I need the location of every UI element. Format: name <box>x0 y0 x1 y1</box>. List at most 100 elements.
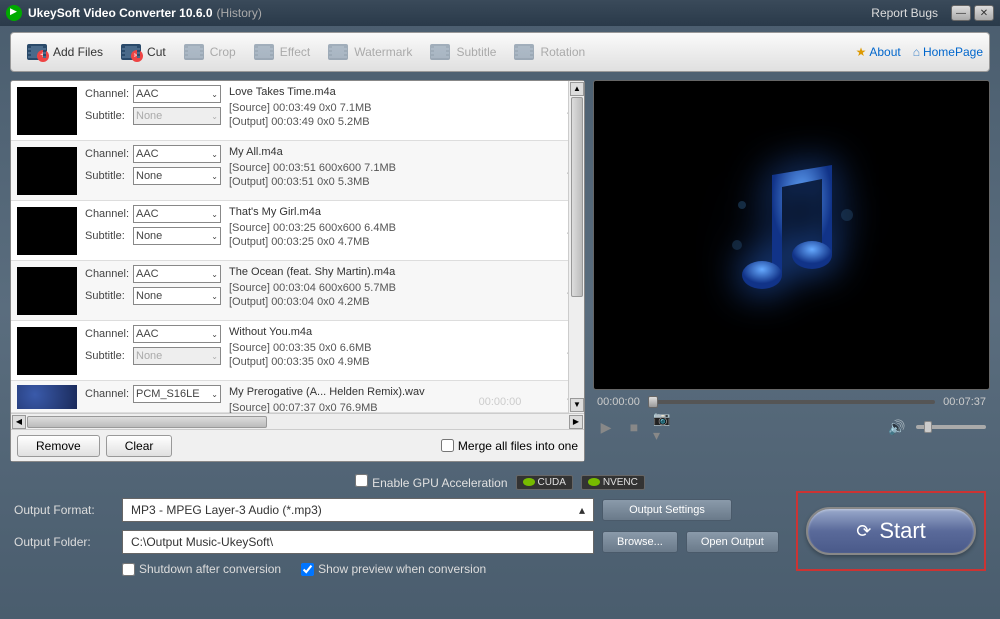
preview-video <box>593 80 990 390</box>
table-row[interactable]: Channel:AAC⌄ Subtitle:None⌄ That's My Gi… <box>11 201 584 261</box>
nvidia-icon <box>588 478 600 486</box>
cut-button[interactable]: ✂ Cut <box>111 36 174 68</box>
chevron-down-icon: ⌄ <box>211 172 218 181</box>
preview-panel: 00:00:00 00:00:00 00:07:37 ▶ ■ 📷▾ 🔊 <box>593 80 990 462</box>
channel-select[interactable]: AAC⌄ <box>133 205 221 223</box>
film-icon <box>514 44 534 60</box>
scroll-up-icon[interactable]: ▲ <box>570 82 584 96</box>
output-info: [Output] 00:03:04 0x0 4.2MB <box>229 295 554 309</box>
table-row[interactable]: Channel:AAC⌄ Subtitle:None⌄ My All.m4a [… <box>11 141 584 201</box>
subtitle-select[interactable]: None⌄ <box>133 107 221 125</box>
toolbar: + Add Files ✂ Cut Crop Effect Watermark … <box>10 32 990 72</box>
time-end: 00:07:37 <box>943 396 986 408</box>
channel-select[interactable]: AAC⌄ <box>133 145 221 163</box>
chevron-down-icon: ⌄ <box>211 150 218 159</box>
music-note-icon <box>722 155 862 315</box>
scroll-thumb[interactable] <box>571 97 583 297</box>
gpu-checkbox[interactable]: Enable GPU Acceleration <box>355 474 507 490</box>
app-title: UkeySoft Video Converter 10.6.0 <box>28 6 213 20</box>
chevron-down-icon: ⌄ <box>211 390 218 399</box>
output-format-select[interactable]: MP3 - MPEG Layer-3 Audio (*.mp3) ▴ <box>122 498 594 522</box>
home-icon: ⌂ <box>913 45 920 59</box>
film-icon <box>328 44 348 60</box>
nvidia-icon <box>523 478 535 486</box>
report-bugs-link[interactable]: Report Bugs <box>871 6 938 20</box>
file-name: Without You.m4a <box>229 325 554 339</box>
shutdown-checkbox[interactable]: Shutdown after conversion <box>122 562 281 576</box>
volume-slider[interactable] <box>916 425 986 429</box>
thumbnail <box>17 147 77 195</box>
subtitle-button[interactable]: Subtitle <box>420 36 504 68</box>
browse-button[interactable]: Browse... <box>602 531 678 553</box>
table-row[interactable]: Channel:AAC⌄ Subtitle:None⌄ Love Takes T… <box>11 81 584 141</box>
history-label[interactable]: (History) <box>217 6 262 20</box>
channel-label: Channel: <box>85 88 133 100</box>
output-format-label: Output Format: <box>14 503 114 517</box>
merge-checkbox[interactable]: Merge all files into one <box>441 439 578 453</box>
source-info: [Source] 00:03:25 600x600 6.4MB <box>229 221 554 235</box>
subtitle-select[interactable]: None⌄ <box>133 227 221 245</box>
start-highlight: ⟳ Start <box>796 491 986 571</box>
subtitle-select[interactable]: None⌄ <box>133 167 221 185</box>
channel-select[interactable]: AAC⌄ <box>133 265 221 283</box>
open-output-button[interactable]: Open Output <box>686 531 779 553</box>
chevron-down-icon: ⌄ <box>211 270 218 279</box>
channel-select[interactable]: AAC⌄ <box>133 85 221 103</box>
table-row[interactable]: Channel:AAC⌄ Subtitle:None⌄ The Ocean (f… <box>11 261 584 321</box>
add-files-button[interactable]: + Add Files <box>17 36 111 68</box>
close-button[interactable]: ✕ <box>974 5 994 21</box>
play-button[interactable]: ▶ <box>597 418 615 436</box>
file-list-footer: Remove Clear Merge all files into one <box>11 429 584 461</box>
scroll-right-icon[interactable]: ▶ <box>569 415 583 429</box>
film-icon <box>254 44 274 60</box>
scroll-left-icon[interactable]: ◀ <box>12 415 26 429</box>
output-settings-button[interactable]: Output Settings <box>602 499 732 521</box>
subtitle-label: Subtitle: <box>85 290 133 302</box>
film-icon <box>430 44 450 60</box>
output-info: [Output] 00:03:49 0x0 5.2MB <box>229 115 554 129</box>
seek-slider[interactable] <box>648 400 935 404</box>
film-icon: + <box>27 44 47 60</box>
stop-button[interactable]: ■ <box>625 418 643 436</box>
subtitle-select[interactable]: None⌄ <box>133 287 221 305</box>
file-name: Love Takes Time.m4a <box>229 85 554 99</box>
scroll-down-icon[interactable]: ▼ <box>570 398 584 412</box>
vertical-scrollbar[interactable]: ▲ ▼ <box>568 81 584 413</box>
about-link[interactable]: ★About <box>856 45 901 59</box>
chevron-up-icon: ▴ <box>579 503 585 517</box>
horizontal-scrollbar[interactable]: ◀ ▶ <box>11 413 584 429</box>
scroll-thumb[interactable] <box>27 416 267 428</box>
watermark-button[interactable]: Watermark <box>318 36 420 68</box>
chevron-down-icon: ⌄ <box>211 112 218 121</box>
subtitle-label: Subtitle: <box>85 170 133 182</box>
star-icon: ★ <box>856 45 867 59</box>
show-preview-checkbox[interactable]: Show preview when conversion <box>301 562 486 576</box>
preview-controls: ▶ ■ 📷▾ 🔊 <box>593 414 990 440</box>
start-button[interactable]: ⟳ Start <box>806 507 976 555</box>
film-icon <box>184 44 204 60</box>
clear-button[interactable]: Clear <box>106 435 173 457</box>
homepage-link[interactable]: ⌂HomePage <box>913 45 983 59</box>
rotation-button[interactable]: Rotation <box>504 36 593 68</box>
refresh-icon: ⟳ <box>856 521 871 542</box>
effect-button[interactable]: Effect <box>244 36 318 68</box>
source-info: [Source] 00:03:35 0x0 6.6MB <box>229 341 554 355</box>
file-name: That's My Girl.m4a <box>229 205 554 219</box>
crop-button[interactable]: Crop <box>174 36 244 68</box>
subtitle-label: Subtitle: <box>85 350 133 362</box>
channel-select[interactable]: AAC⌄ <box>133 325 221 343</box>
chevron-down-icon: ⌄ <box>211 352 218 361</box>
remove-button[interactable]: Remove <box>17 435 100 457</box>
subtitle-select[interactable]: None⌄ <box>133 347 221 365</box>
volume-icon[interactable]: 🔊 <box>888 418 906 436</box>
thumbnail <box>17 87 77 135</box>
minimize-button[interactable]: — <box>951 5 971 21</box>
channel-label: Channel: <box>85 388 133 400</box>
output-folder-input[interactable]: C:\Output Music-UkeySoft\ <box>122 530 594 554</box>
channel-select[interactable]: PCM_S16LE⌄ <box>133 385 221 403</box>
source-info: [Source] 00:03:04 600x600 5.7MB <box>229 281 554 295</box>
snapshot-button[interactable]: 📷▾ <box>653 418 671 436</box>
chevron-down-icon: ⌄ <box>211 210 218 219</box>
table-row[interactable]: Channel:AAC⌄ Subtitle:None⌄ Without You.… <box>11 321 584 381</box>
file-name: The Ocean (feat. Shy Martin).m4a <box>229 265 554 279</box>
